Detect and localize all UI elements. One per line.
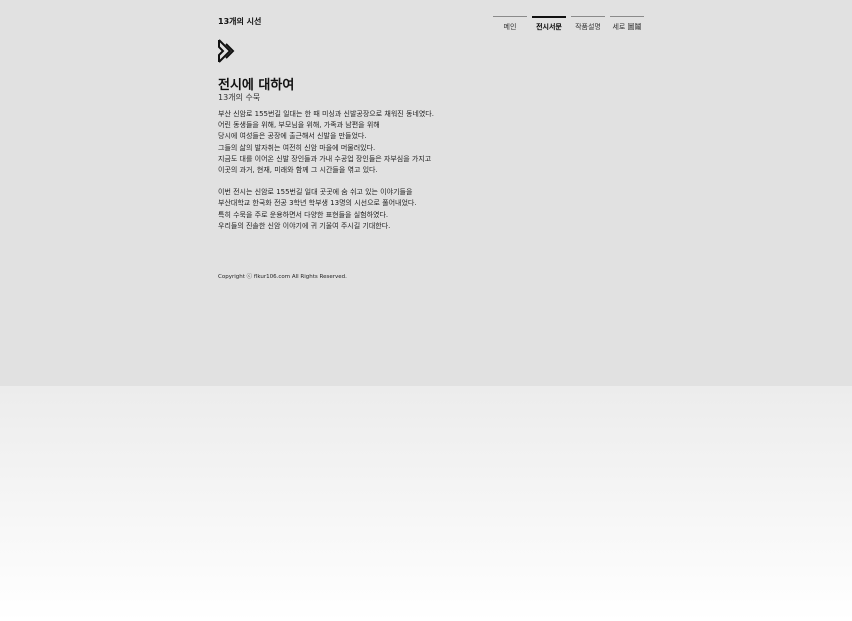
nav-item-main[interactable]: 메인 — [493, 16, 527, 32]
text-line: 어린 동생들을 위해, 부모님을 위해, 가족과 남편을 위해 — [218, 121, 380, 130]
exhibition-description: 부산 신암로 155번길 일대는 한 때 미싱과 신발공장으로 채워진 동네였다… — [218, 109, 434, 243]
text-line: 당시에 여성들은 공장에 출근해서 신발을 만들었다. — [218, 132, 367, 141]
text-line: 이곳의 과거, 현재, 미래와 함께 그 시간들을 엮고 있다. — [218, 166, 378, 175]
copyright-footer: Copyright ⓒ flkur106.com All Rights Rese… — [218, 274, 347, 280]
top-nav: 메인 전시서문 작품설명 세로 圖鬮 — [493, 16, 644, 32]
text-line: 부산 신암로 155번길 일대는 한 때 미싱과 신발공장으로 채워진 동네였다… — [218, 110, 434, 118]
text-line: 우리들의 진솔한 신암 이야기에 귀 기울여 주시길 기대한다. — [218, 221, 391, 230]
text-line: 부산대학교 한국화 전공 3학년 학부생 13명의 시선으로 풀어내었다. — [218, 199, 417, 208]
text-line: 특히 수묵을 주로 운용하면서 다양한 표현들을 실험하였다. — [218, 210, 389, 219]
reflection-fade — [0, 386, 852, 621]
site-title[interactable]: 13개의 시선 — [218, 16, 261, 27]
nav-item-preface[interactable]: 전시서문 — [532, 16, 566, 32]
text-line: 이번 전시는 신암로 155번길 일대 곳곳에 숨 쉬고 있는 이야기들을 — [218, 188, 413, 197]
paragraph-1: 부산 신암로 155번길 일대는 한 때 미싱과 신발공장으로 채워진 동네였다… — [218, 109, 434, 176]
nav-item-vertical[interactable]: 세로 圖鬮 — [610, 16, 644, 32]
text-line: 지금도 대를 이어온 신발 장인들과 가내 수공업 장인들은 자부심을 가지고 — [218, 154, 432, 163]
nav-item-works[interactable]: 작품설명 — [571, 16, 605, 32]
paragraph-2: 이번 전시는 신암로 155번길 일대 곳곳에 숨 쉬고 있는 이야기들을 부산… — [218, 187, 434, 232]
page-title: 전시에 대하여 — [218, 78, 295, 93]
page-background: 13개의 시선 메인 전시서문 작품설명 세로 圖鬮 전시에 대하여 13개의 … — [0, 0, 852, 386]
arrow-diamond-logo-icon[interactable] — [218, 39, 238, 63]
page-subtitle: 13개의 수묵 — [218, 93, 261, 102]
text-line: 그들의 삶의 발자취는 여전히 신암 마을에 머물러있다. — [218, 143, 376, 152]
